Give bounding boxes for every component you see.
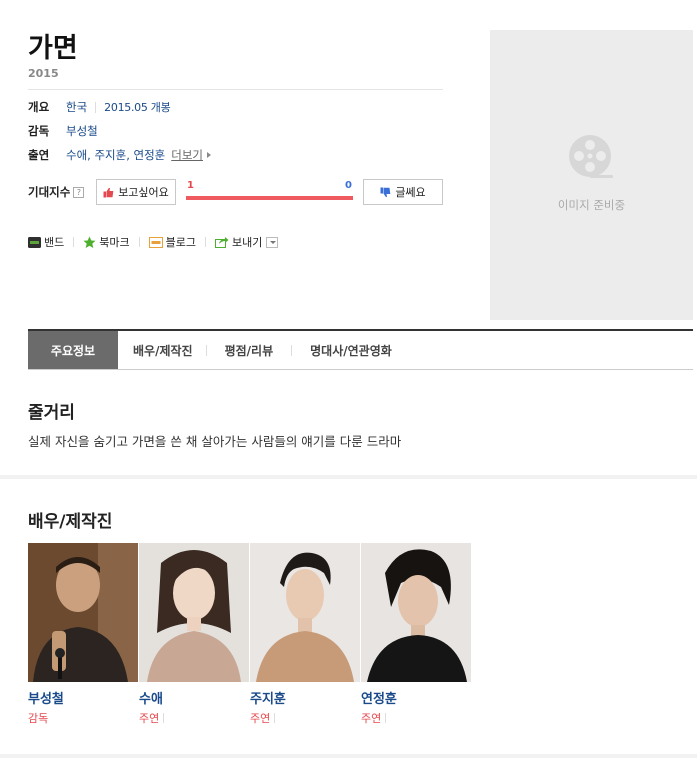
share-blog-label: 블로그 [165, 236, 196, 249]
want-bar-fill [186, 196, 353, 200]
share-send-label: 보내기 [232, 236, 263, 249]
chevron-right-icon [207, 152, 212, 158]
tab-quotes-related[interactable]: 명대사/연관영화 [292, 331, 410, 369]
person-role: 감독 [28, 710, 138, 726]
expectation-bar [186, 196, 353, 200]
help-icon[interactable]: ? [73, 186, 85, 198]
person-role: 주연 [250, 710, 360, 726]
film-reel-icon [569, 135, 613, 178]
detail-tabs: 주요정보 배우/제작진 평점/리뷰 명대사/연관영화 [28, 329, 693, 370]
separator [274, 713, 276, 723]
thumbs-down-icon [380, 187, 391, 197]
separator [95, 101, 97, 113]
person-photo[interactable] [250, 543, 360, 682]
movie-title: 가면 [28, 33, 78, 64]
tab-main-info[interactable]: 주요정보 [28, 331, 118, 369]
send-dropdown-button[interactable] [266, 236, 279, 248]
share-bookmark[interactable]: 북마크 [83, 234, 130, 250]
person-photo-image [28, 543, 138, 682]
not-sure-button[interactable]: 글쎄요 [363, 179, 443, 205]
band-icon [28, 236, 41, 248]
separator [385, 713, 387, 723]
tab-cast-crew[interactable]: 배우/제작진 [118, 331, 206, 369]
send-arrow-icon [215, 237, 229, 248]
want-count: 1 [187, 180, 194, 191]
cast-card[interactable]: 연정훈 주연 [361, 543, 471, 726]
expectation-label-group: 기대지수 ? [28, 184, 85, 200]
tab-ratings-reviews[interactable]: 평점/리뷰 [207, 331, 292, 369]
not-sure-label: 글쎄요 [395, 186, 426, 199]
person-photo[interactable] [361, 543, 471, 682]
synopsis-text: 실제 자신을 숨기고 가면을 쓴 채 살아가는 사람들의 얘기를 다룬 드라마 [28, 434, 402, 449]
person-role-text: 주연 [139, 712, 160, 725]
poster-placeholder: 이미지 준비중 [490, 30, 693, 320]
person-photo-image [361, 543, 471, 682]
person-photo-image [139, 543, 249, 682]
section-divider [0, 475, 697, 479]
director-row: 감독 부성철 [28, 122, 98, 140]
synopsis-title: 줄거리 [28, 403, 75, 423]
want-to-see-button[interactable]: 보고싶어요 [96, 179, 176, 205]
cast-label: 출연 [28, 148, 50, 162]
person-name[interactable]: 수애 [139, 688, 249, 707]
movie-year: 2015 [28, 67, 59, 80]
cast-card[interactable]: 주지훈 주연 [250, 543, 360, 726]
star-icon [83, 236, 96, 248]
overview-row: 개요 한국 2015.05 개봉 [28, 98, 171, 116]
person-role-text: 감독 [28, 712, 49, 725]
share-toolbar: 밴드 북마크 블로그 보내기 [28, 234, 279, 250]
cast-card[interactable]: 부성철 감독 [28, 543, 138, 726]
share-blog[interactable]: 블로그 [148, 234, 196, 250]
title-divider [28, 89, 443, 90]
share-band-label: 밴드 [44, 236, 65, 249]
person-name[interactable]: 연정훈 [361, 688, 471, 707]
cast-row: 출연 수애, 주지훈, 연정훈 더보기 [28, 146, 212, 164]
person-name[interactable]: 주지훈 [250, 688, 360, 707]
person-photo[interactable] [28, 543, 138, 682]
thumbs-up-icon [103, 187, 114, 197]
person-role-text: 주연 [250, 712, 271, 725]
section-divider [0, 754, 697, 758]
expectation-label: 기대지수 [28, 185, 71, 199]
director-link[interactable]: 부성철 [66, 123, 98, 139]
separator [163, 713, 165, 723]
person-role: 주연 [139, 710, 249, 726]
person-role: 주연 [361, 710, 471, 726]
share-bookmark-label: 북마크 [99, 236, 130, 249]
person-photo[interactable] [139, 543, 249, 682]
more-link[interactable]: 더보기 [171, 147, 203, 163]
separator [138, 237, 140, 247]
poster-placeholder-text: 이미지 준비중 [557, 198, 626, 212]
director-label: 감독 [28, 124, 50, 138]
person-role-text: 주연 [361, 712, 382, 725]
blog-icon [148, 236, 163, 248]
separator [205, 237, 206, 247]
overview-label: 개요 [28, 100, 50, 114]
cast-section-title: 배우/제작진 [28, 512, 113, 532]
person-photo-image [250, 543, 360, 682]
meh-count: 0 [345, 180, 352, 191]
share-send[interactable]: 보내기 [215, 234, 279, 250]
cast-links[interactable]: 수애, 주지훈, 연정훈 [66, 147, 165, 163]
cast-card[interactable]: 수애 주연 [139, 543, 249, 726]
country-link[interactable]: 한국 [66, 99, 87, 115]
person-name[interactable]: 부성철 [28, 688, 138, 707]
share-band[interactable]: 밴드 [28, 234, 64, 250]
release-date-link[interactable]: 2015.05 개봉 [104, 99, 171, 115]
want-to-see-label: 보고싶어요 [118, 186, 169, 199]
separator [73, 237, 75, 247]
